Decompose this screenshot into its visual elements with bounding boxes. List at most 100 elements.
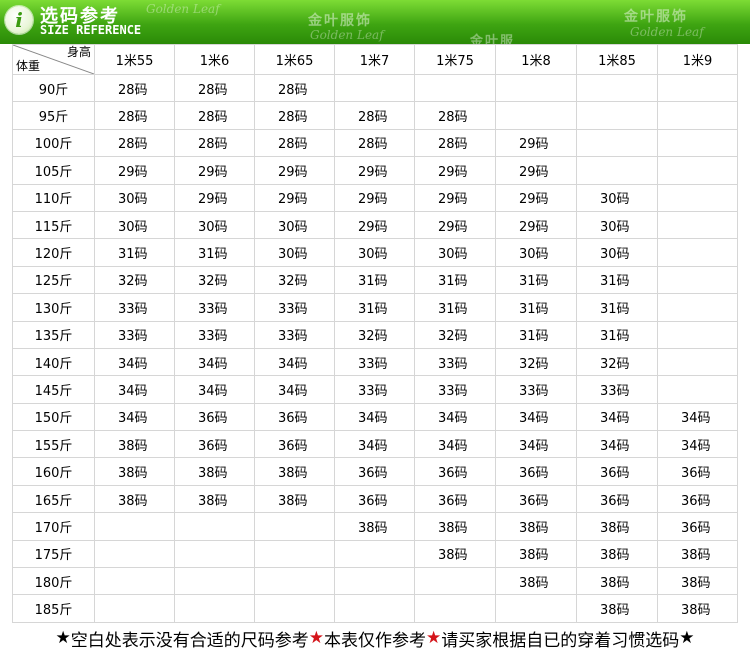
size-cell (657, 265, 738, 295)
size-cell: 36码 (254, 402, 335, 432)
size-cell: 38码 (576, 594, 658, 623)
size-cell: 36码 (576, 457, 658, 486)
brand-watermark-cn: 金叶服饰 (308, 13, 372, 29)
size-cell (657, 293, 738, 322)
table-row: 105斤 29码 29码 29码 29码 29码 29码 (12, 156, 738, 185)
size-cell: 32码 (254, 265, 335, 295)
table-row: 145斤 34码 34码 34码 33码 33码 33码 33码 (12, 375, 738, 404)
size-cell: 38码 (657, 594, 738, 623)
size-cell (657, 375, 738, 404)
weight-label: 120斤 (12, 238, 95, 267)
size-cell: 34码 (94, 347, 175, 377)
size-cell: 33码 (94, 320, 175, 349)
size-cell: 33码 (414, 347, 496, 377)
weight-label: 125斤 (12, 265, 95, 295)
size-cell: 30码 (254, 210, 335, 240)
size-cell: 30码 (576, 210, 658, 240)
size-cell (657, 347, 738, 377)
size-cell: 36码 (334, 484, 415, 514)
table-row: 130斤 33码 33码 33码 31码 31码 31码 31码 (12, 293, 738, 322)
size-cell: 36码 (414, 457, 496, 486)
table-row: 115斤 30码 30码 30码 29码 29码 29码 30码 (12, 210, 738, 240)
size-table-body: 90斤 28码 28码 28码 95斤 28码 28码 28码 28码 28码 100斤 28码 28码… (12, 73, 738, 623)
size-cell (174, 594, 255, 623)
size-cell: 30码 (334, 238, 415, 267)
size-cell: 33码 (94, 293, 175, 322)
title-english: SIZE REFERENCE (40, 23, 142, 37)
table-row: 155斤 38码 36码 36码 34码 34码 34码 34码 34码 (12, 430, 738, 459)
size-cell: 31码 (495, 320, 577, 349)
weight-axis-label: 体重 (16, 59, 41, 73)
header-banner: i 选码参考 SIZE REFERENCE Golden Leaf 金叶服饰 G… (0, 0, 750, 44)
brand-watermark-cn: 金叶服 (470, 34, 516, 44)
size-cell: 34码 (174, 375, 255, 404)
corner-cell: 身高 体重 (12, 44, 95, 75)
size-cell: 31码 (495, 265, 577, 295)
size-cell (495, 101, 577, 130)
size-reference-page: i 选码参考 SIZE REFERENCE Golden Leaf 金叶服饰 G… (0, 0, 750, 653)
table-row: 125斤 32码 32码 32码 31码 31码 31码 31码 (12, 265, 738, 295)
height-header: 1米7 (334, 44, 415, 75)
table-row: 110斤 30码 29码 29码 29码 29码 29码 30码 (12, 183, 738, 212)
size-cell: 28码 (94, 101, 175, 130)
size-cell: 38码 (414, 512, 496, 541)
size-cell: 28码 (414, 101, 496, 130)
size-cell (254, 567, 335, 596)
size-cell (657, 156, 738, 185)
size-cell: 38码 (495, 512, 577, 541)
size-cell: 29码 (334, 183, 415, 212)
size-cell: 36码 (576, 484, 658, 514)
weight-label: 180斤 (12, 567, 95, 596)
weight-label: 135斤 (12, 320, 95, 349)
size-cell: 28码 (254, 73, 335, 103)
size-cell: 36码 (657, 457, 738, 486)
size-cell: 38码 (174, 457, 255, 486)
size-cell (657, 183, 738, 212)
height-header: 1米8 (495, 44, 577, 75)
size-cell: 30码 (576, 183, 658, 212)
size-cell (657, 73, 738, 103)
size-cell: 31码 (334, 293, 415, 322)
table-row: 120斤 31码 31码 30码 30码 30码 30码 30码 (12, 238, 738, 267)
size-cell: 36码 (495, 457, 577, 486)
size-cell: 38码 (254, 484, 335, 514)
table-row: 135斤 33码 33码 33码 32码 32码 31码 31码 (12, 320, 738, 349)
size-cell (657, 320, 738, 349)
size-cell: 33码 (254, 320, 335, 349)
table-row: 175斤 38码 38码 38码 38码 (12, 539, 738, 569)
size-cell (576, 101, 658, 130)
size-cell: 31码 (414, 293, 496, 322)
size-cell (334, 594, 415, 623)
header-row: 身高 体重 1米55 1米6 1米65 1米7 1米75 1米8 1米85 1米… (12, 44, 738, 75)
table-row: 160斤 38码 38码 38码 36码 36码 36码 36码 36码 (12, 457, 738, 486)
size-cell: 38码 (174, 484, 255, 514)
brand-watermark-en: Golden Leaf (630, 25, 704, 39)
size-cell: 29码 (414, 183, 496, 212)
size-cell: 34码 (414, 430, 496, 459)
size-cell: 29码 (495, 128, 577, 158)
size-cell: 34码 (334, 430, 415, 459)
table-row: 180斤 38码 38码 38码 (12, 567, 738, 596)
size-cell (94, 539, 175, 569)
size-cell: 34码 (94, 375, 175, 404)
size-cell: 38码 (94, 430, 175, 459)
weight-label: 105斤 (12, 156, 95, 185)
star-icon: ★ (679, 628, 695, 648)
brand-watermark-cn: 金叶服饰 (624, 9, 688, 25)
star-icon: ★ (55, 628, 71, 648)
size-cell: 33码 (576, 375, 658, 404)
size-cell: 29码 (254, 156, 335, 185)
size-cell (94, 512, 175, 541)
size-cell (174, 512, 255, 541)
size-cell: 38码 (94, 457, 175, 486)
size-cell: 32码 (174, 265, 255, 295)
size-cell: 29码 (334, 210, 415, 240)
size-cell (576, 128, 658, 158)
size-cell: 29码 (254, 183, 335, 212)
size-cell (254, 539, 335, 569)
size-cell: 28码 (174, 101, 255, 130)
size-cell: 28码 (254, 128, 335, 158)
size-cell: 28码 (174, 73, 255, 103)
size-cell: 36码 (657, 484, 738, 514)
size-cell: 36码 (174, 402, 255, 432)
